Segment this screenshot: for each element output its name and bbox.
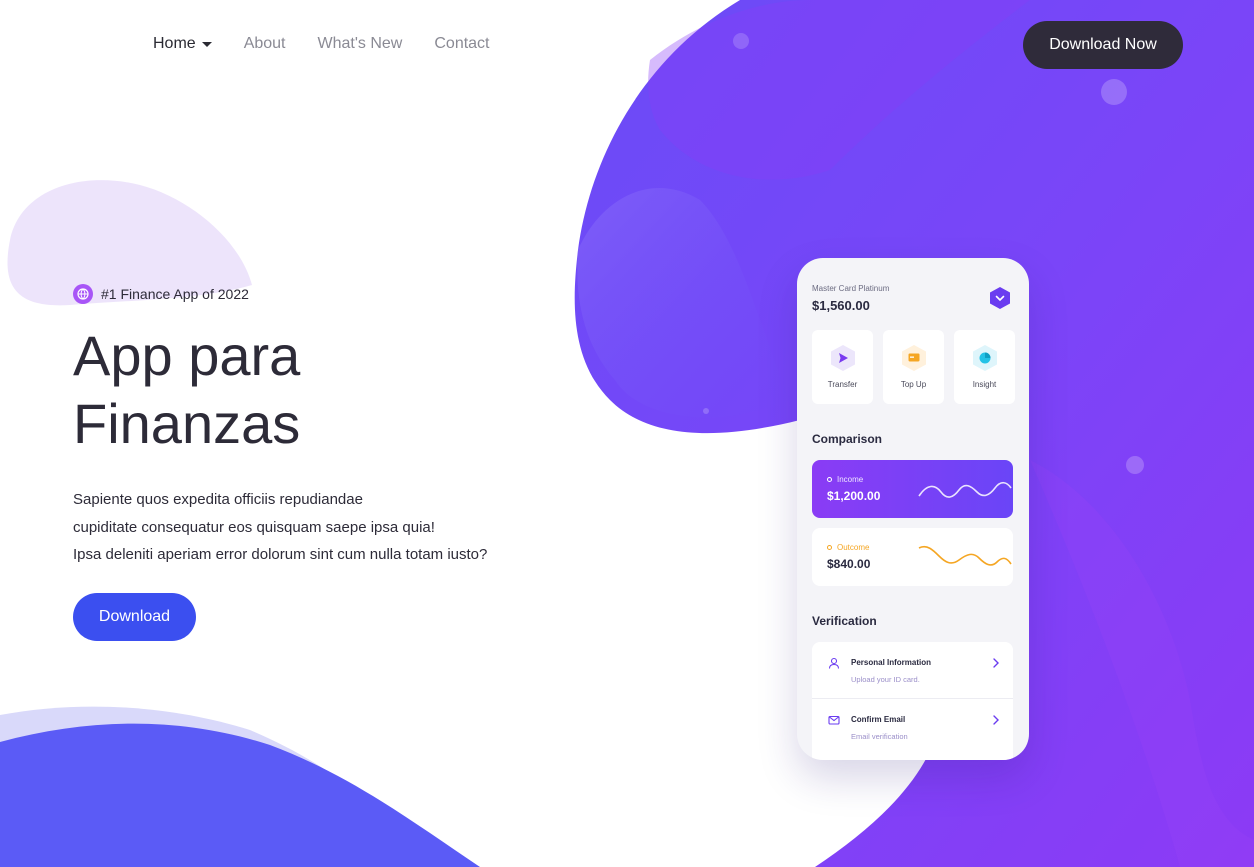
send-icon <box>830 345 855 371</box>
item-subtitle: Email verification <box>851 732 908 741</box>
action-transfer[interactable]: Transfer <box>812 330 873 404</box>
top-nav: Home About What's New Contact Download N… <box>0 0 1254 90</box>
title-line-1: App para <box>73 324 301 387</box>
dot-icon <box>827 477 832 482</box>
pie-chart-icon <box>972 345 997 371</box>
title-line-2: Finanzas <box>73 392 301 455</box>
nav-item-about[interactable]: About <box>244 35 286 53</box>
income-amount: $1,200.00 <box>827 489 881 503</box>
quick-actions: Transfer Top Up Insight <box>812 330 1015 404</box>
mail-icon <box>828 715 840 725</box>
award-badge: #1 Finance App of 2022 <box>73 284 593 304</box>
nav-item-whats-new[interactable]: What's New <box>318 35 403 53</box>
page-title: App para Finanzas <box>73 322 593 458</box>
item-title: Personal Information <box>851 658 932 667</box>
card-label: Master Card Platinum <box>812 284 890 293</box>
nav-item-contact[interactable]: Contact <box>434 35 489 53</box>
description-line-3: Ipsa deleniti aperiam error dolorum sint… <box>73 546 488 563</box>
hero-description: Sapiente quos expedita officiis repudian… <box>73 486 593 569</box>
download-now-button[interactable]: Download Now <box>1023 21 1183 69</box>
hero-section: #1 Finance App of 2022 App para Finanzas… <box>73 284 593 641</box>
item-subtitle: Upload your ID card. <box>851 675 920 684</box>
phone-mockup: Master Card Platinum $1,560.00 Transfer <box>797 258 1029 760</box>
dropdown-hex-icon[interactable] <box>989 286 1011 310</box>
income-card[interactable]: Income $1,200.00 <box>812 460 1013 518</box>
user-icon <box>828 657 840 669</box>
download-button[interactable]: Download <box>73 592 196 641</box>
outcome-label: Outcome <box>837 543 870 552</box>
description-line-2: cupiditate consequatur eos quisquam saep… <box>73 518 435 536</box>
dot-icon <box>827 545 832 550</box>
card-balance: $1,560.00 <box>812 298 870 313</box>
badge-text: #1 Finance App of 2022 <box>101 286 249 302</box>
caret-down-icon <box>201 41 212 47</box>
chevron-right-icon <box>993 715 999 725</box>
action-label: Top Up <box>900 380 927 389</box>
outcome-card[interactable]: Outcome $840.00 <box>812 528 1013 586</box>
nav-item-label: Home <box>153 35 196 52</box>
action-label: Insight <box>972 380 997 389</box>
income-label-row: Income <box>827 475 863 484</box>
outcome-label-row: Outcome <box>827 543 869 552</box>
list-item[interactable]: Personal Information Upload your ID card… <box>812 642 1013 699</box>
globe-icon <box>73 284 93 304</box>
action-top-up[interactable]: Top Up <box>883 330 944 404</box>
comparison-title: Comparison <box>812 432 883 446</box>
income-wave-icon <box>918 481 1012 498</box>
card-icon <box>901 345 926 371</box>
action-insight[interactable]: Insight <box>954 330 1015 404</box>
verification-list: Personal Information Upload your ID card… <box>812 642 1013 760</box>
description-line-1: Sapiente quos expedita officiis repudian… <box>73 491 363 508</box>
item-title: Confirm Email <box>851 715 906 724</box>
outcome-amount: $840.00 <box>827 557 871 571</box>
outcome-wave-icon <box>918 545 1012 566</box>
income-label: Income <box>837 475 864 484</box>
nav-links: Home About What's New Contact <box>153 35 490 53</box>
chevron-right-icon <box>993 658 999 668</box>
list-item[interactable]: Confirm Email Email verification <box>812 699 1013 756</box>
action-label: Transfer <box>827 380 858 389</box>
verification-title: Verification <box>812 614 877 628</box>
nav-item-home[interactable]: Home <box>153 35 212 53</box>
